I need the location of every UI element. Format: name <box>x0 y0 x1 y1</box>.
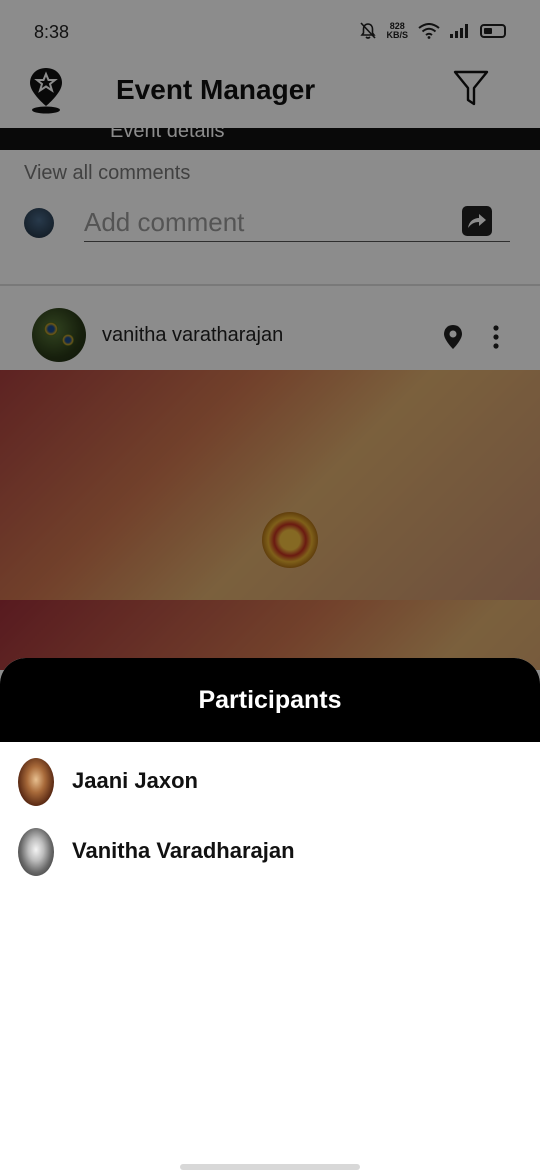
participant-item[interactable]: Vanitha Varadharajan <box>0 822 540 882</box>
participants-title: Participants <box>198 685 342 714</box>
participant-name: Jaani Jaxon <box>72 768 198 793</box>
participant-name: Vanitha Varadharajan <box>72 838 295 863</box>
participant-avatar <box>18 828 54 876</box>
participant-avatar <box>18 758 54 806</box>
home-indicator[interactable] <box>180 1164 360 1170</box>
participants-sheet: Participants Jaani Jaxon Vanitha Varadha… <box>0 658 540 1170</box>
participant-item[interactable]: Jaani Jaxon <box>0 752 540 812</box>
participants-sheet-header: Participants <box>0 658 540 742</box>
